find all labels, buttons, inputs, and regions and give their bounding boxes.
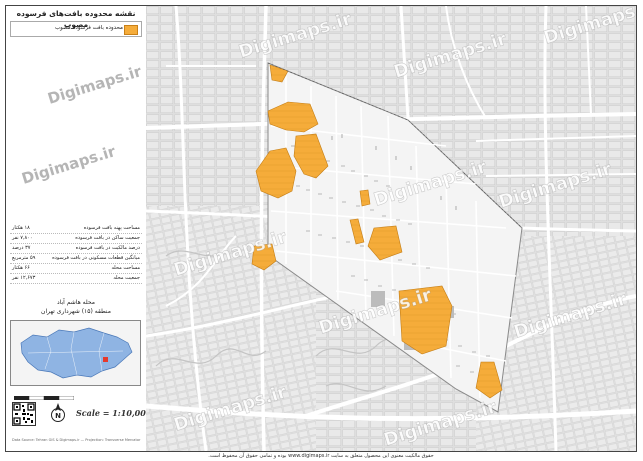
legend-panel: نقشه محدوده بافت‌های فرسوده مصوب محدوده … (6, 6, 151, 451)
stat-row: درصد مالکیت در بافت فرسوده ۳۷ درصد (10, 244, 142, 254)
legend-key: محدوده بافت فرسوده مصوب (10, 21, 142, 37)
north-arrow-icon: N (50, 402, 66, 424)
copyright-footer: حقوق مالکیت معنوی این محصول متعلق به سای… (208, 453, 434, 459)
stats-table: مساحت پهنه بافت فرسوده ۱۸ هکتار جمعیت ساک… (10, 224, 142, 284)
north-label: N (55, 412, 61, 420)
watermark-text: Digimaps.ir (45, 62, 144, 108)
location-marker (103, 357, 108, 362)
data-credit: Data Source: Tehran GIS & Digimaps.ir — … (12, 438, 141, 442)
district-name: منطقه (۱۵) شهرداری تهران (41, 308, 111, 315)
neighborhood-name: محله هاشم آباد (57, 299, 95, 306)
stat-row: مساحت پهنه بافت فرسوده ۱۸ هکتار (10, 224, 142, 234)
map-title: نقشه محدوده بافت‌های فرسوده مصوب (16, 9, 136, 29)
map-canvas: Digimaps.ir Digimaps.ir Digimaps.ir Digi… (145, 6, 636, 451)
watermark-text: Digimaps.ir (19, 142, 118, 188)
stat-row: میانگین قطعات مسکونی در بافت فرسوده ۵۹ مت… (10, 254, 142, 264)
scale-bar (14, 396, 74, 400)
scale-text: Scale = 1:10,000 (76, 408, 152, 418)
location-caption: محله هاشم آباد منطقه (۱۵) شهرداری تهران (10, 298, 142, 316)
legend-swatch (124, 25, 138, 35)
legend-key-label: محدوده بافت فرسوده مصوب (54, 25, 123, 31)
stat-row: مساحت محله ۶۶ هکتار (10, 264, 142, 274)
stat-row: جمعیت ساکن در بافت فرسوده ۷,۸۰۰ نفر (10, 234, 142, 244)
stat-row: جمعیت محله ۱۲,۶۷۳ نفر (10, 274, 142, 284)
base-map: Digimaps.ir Digimaps.ir Digimaps.ir Digi… (145, 6, 636, 451)
map-sheet: نقشه محدوده بافت‌های فرسوده مصوب محدوده … (5, 5, 637, 452)
tehran-district-outline (11, 321, 140, 385)
map-furniture: N Scale = 1:10,000 Data Source: Tehran G… (10, 390, 151, 448)
locator-inset-map (10, 320, 141, 386)
qr-code-icon (12, 402, 36, 426)
